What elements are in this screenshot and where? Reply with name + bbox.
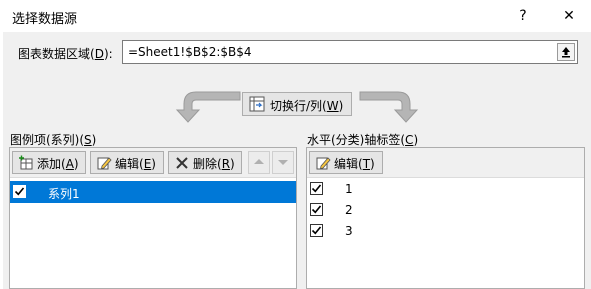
delete-series-label: 删除(R) [193,157,235,171]
axis-label-row[interactable]: 2 [307,199,584,221]
delete-x-icon [176,157,188,169]
axis-label-checkbox[interactable] [310,224,323,237]
axis-label-text: 3 [345,224,353,238]
edit-pencil-icon [316,157,331,170]
axis-label-text: 2 [345,203,353,217]
series-row[interactable]: 系列1 [10,181,296,203]
edit-series-label: 编辑(E) [115,157,156,171]
help-button[interactable]: ? [510,4,536,28]
checkmark-icon [14,187,25,196]
title-bar: 选择数据源 ? ✕ [0,0,591,32]
switch-row-column-icon [249,96,265,112]
edit-axis-labels-button[interactable]: 编辑(T) [309,151,383,174]
checkmark-icon [311,226,322,235]
close-button[interactable]: ✕ [556,4,582,28]
legend-toolbar: 添加(A) 编辑(E) 删除(R) [10,148,296,178]
add-series-button[interactable]: 添加(A) [12,151,86,174]
select-data-source-dialog: 选择数据源 ? ✕ 图表数据区域(D): =Sheet1!$B$2:$B$4 切… [0,0,591,289]
legend-entries-panel: 添加(A) 编辑(E) 删除(R) 系列1 [9,147,297,289]
series-label: 系列1 [48,187,80,201]
axis-labels-title: 水平(分类)轴标签(C) [307,133,419,147]
delete-series-button[interactable]: 删除(R) [168,151,242,174]
edit-axis-labels-label: 编辑(T) [334,157,375,171]
axis-label-checkbox[interactable] [310,203,323,216]
edit-pencil-icon [97,157,112,170]
range-value: =Sheet1!$B$2:$B$4 [128,45,252,59]
help-icon: ? [519,8,527,24]
axis-label-checkbox[interactable] [310,182,323,195]
switch-row-column-label: 切换行/列(W) [270,99,344,113]
move-up-button[interactable] [248,151,270,174]
move-down-button[interactable] [272,151,294,174]
collapse-dialog-button[interactable] [557,43,575,61]
add-series-label: 添加(A) [37,157,79,171]
range-input[interactable]: =Sheet1!$B$2:$B$4 [122,40,578,64]
left-edge [0,32,3,289]
close-icon: ✕ [563,8,575,24]
collapse-arrow-icon [562,47,570,58]
right-swap-arrow-icon [359,91,419,123]
axis-toolbar: 编辑(T) [307,148,584,178]
move-up-icon [254,159,264,164]
axis-label-row[interactable]: 3 [307,220,584,242]
series-checkbox[interactable] [13,185,26,198]
edit-series-button[interactable]: 编辑(E) [90,151,164,174]
add-table-icon [19,155,33,170]
move-down-icon [278,160,288,165]
axis-label-row[interactable]: 1 [307,178,584,200]
checkmark-icon [311,205,322,214]
axis-labels-panel: 编辑(T) 1 2 3 [306,147,585,289]
switch-row-column-button[interactable]: 切换行/列(W) [242,92,352,116]
axis-label-text: 1 [345,182,353,196]
dialog-title: 选择数据源 [12,12,78,27]
checkmark-icon [311,184,322,193]
legend-entries-title: 图例项(系列)(S) [10,133,97,147]
left-swap-arrow-icon [175,91,241,123]
range-label: 图表数据区域(D): [18,47,113,61]
